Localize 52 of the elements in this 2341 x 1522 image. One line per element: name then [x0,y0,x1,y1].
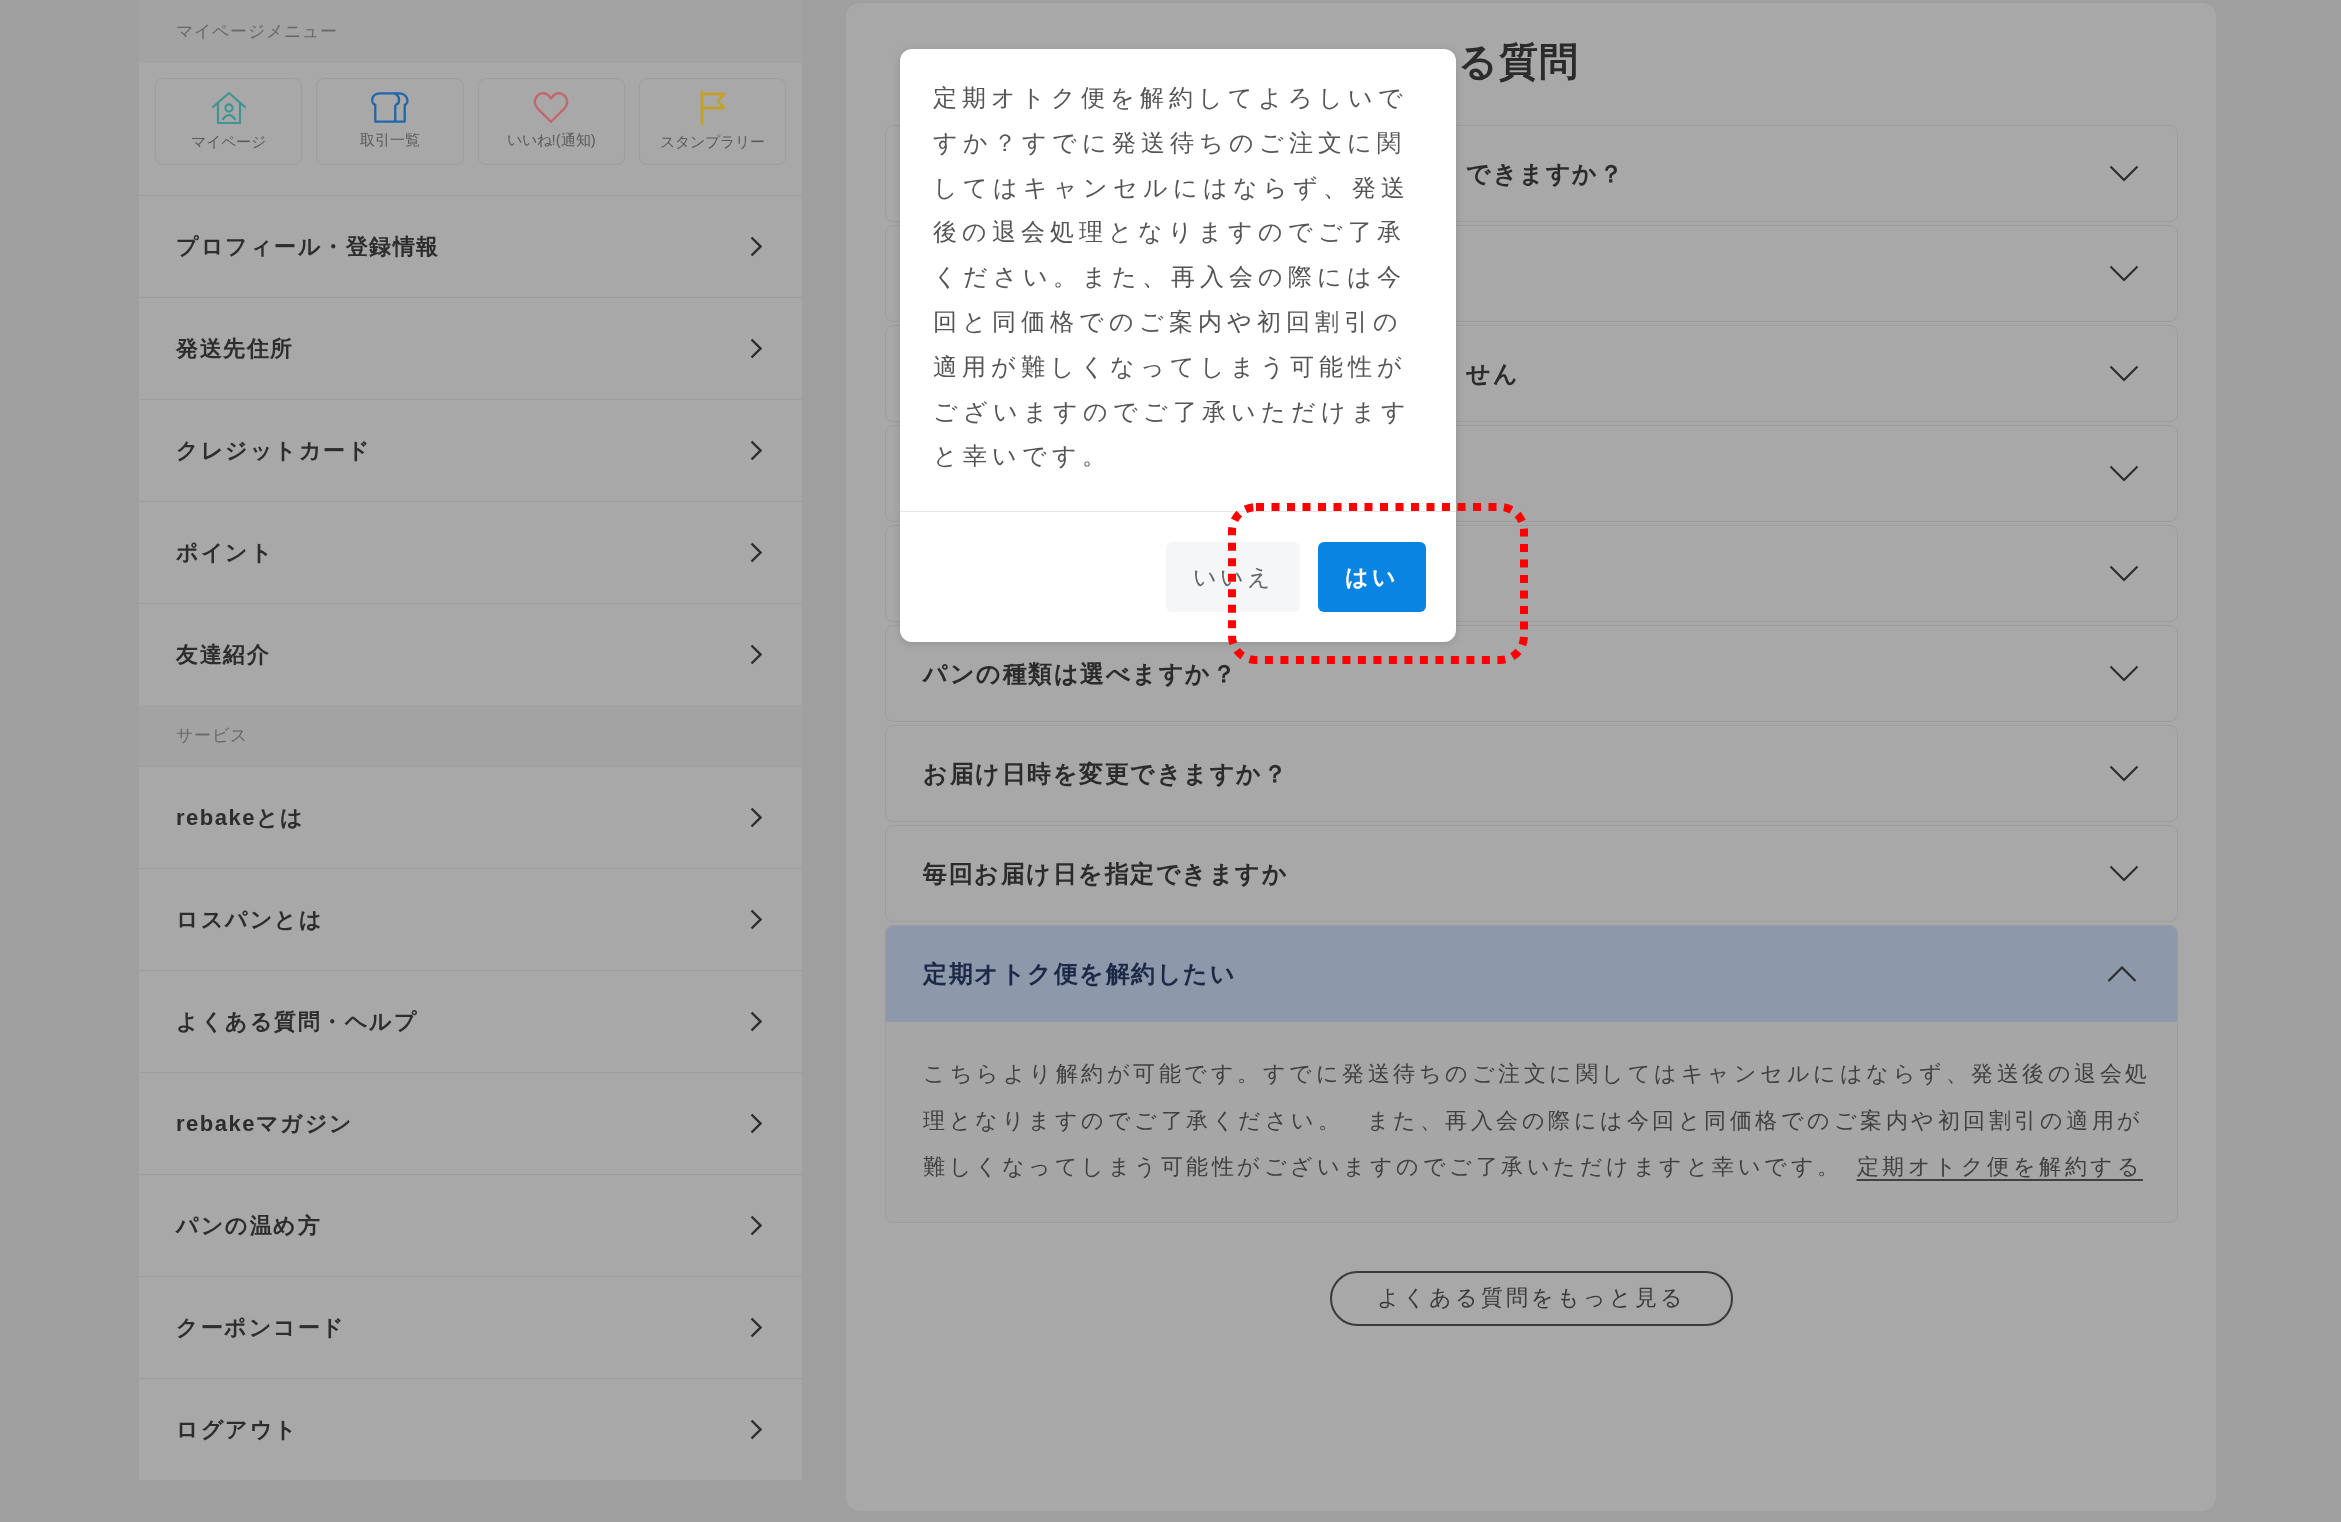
chevron-right-icon [750,542,762,563]
shortcut-tile[interactable]: マイページ [155,78,303,165]
menu-item[interactable]: プロフィール・登録情報 [139,195,802,297]
chevron-down-icon [2108,265,2139,282]
faq-question[interactable]: パンの種類は選べますか？ [885,625,2178,722]
menu-item[interactable]: ポイント [139,501,802,603]
chevron-down-icon [2108,765,2139,782]
chevron-right-icon [750,1113,762,1134]
menu-item[interactable]: ログアウト [139,1378,802,1480]
chevron-right-icon [750,644,762,665]
chevron-right-icon [750,807,762,828]
chevron-down-icon [2108,465,2139,482]
faq-question[interactable]: 定期オトク便を解約したい [886,926,2177,1022]
answer-text: こちらより解約が可能です。すでに発送待ちのご注文に関してはキャンセルにはならず、発送後の退会処理となりますのでご了承ください。 また、再入会の際には今回と同価格でのご案内や初回割引の適用が難しくなってしまう可能性がございますのでご了承いただけますと幸いです。 定期オトク便を解約する [923,1060,2152,1181]
chevron-right-icon [750,1317,762,1338]
more-faq-button[interactable]: よくある質問をもっと見る [1330,1270,1733,1326]
section-label: サービス [176,724,248,747]
menu-item[interactable]: rebakeとは [139,766,802,868]
chevron-down-icon [2108,565,2139,582]
chevron-right-icon [750,1419,762,1440]
bread-icon [368,90,411,124]
menu-item[interactable]: 友達紹介 [139,603,802,705]
chevron-right-icon [750,1011,762,1032]
menu-item[interactable]: パンの温め方 [139,1174,802,1276]
chevron-right-icon [750,440,762,461]
chevron-up-icon [2107,965,2137,983]
shortcut-tile[interactable]: いいね!(通知) [477,78,625,165]
cancel-button[interactable]: いいえ [1166,542,1300,613]
faq-question[interactable]: お届け日時を変更できますか？ [885,725,2178,822]
house-icon [210,90,247,126]
chevron-down-icon [2108,165,2139,182]
menu-item[interactable]: クレジットカード [139,399,802,501]
chevron-right-icon [750,1215,762,1236]
shortcut-tile[interactable]: スタンプラリー [638,78,786,165]
menu-item[interactable]: よくある質問・ヘルプ [139,970,802,1072]
chevron-right-icon [750,909,762,930]
cancel-subscription-link[interactable]: 定期オトク便を解約する [1856,1154,2143,1179]
menu-item[interactable]: ロスパンとは [139,868,802,970]
faq-question[interactable]: 毎回お届け日を指定できますか [885,825,2178,922]
chevron-right-icon [750,338,762,359]
section-label: マイページメニュー [176,20,338,43]
confirm-button[interactable]: はい [1318,542,1426,613]
heart-icon [532,90,571,124]
chevron-down-icon [2108,865,2139,882]
page-title: る質問 [1458,39,1579,85]
shortcut-tile[interactable]: 取引一覧 [316,78,464,165]
chevron-down-icon [2108,365,2139,382]
menu-item[interactable]: 発送先住所 [139,297,802,399]
menu-item[interactable]: クーポンコード [139,1276,802,1378]
chevron-down-icon [2108,665,2139,682]
menu-item[interactable]: rebakeマガジン [139,1072,802,1174]
chevron-right-icon [750,236,762,257]
